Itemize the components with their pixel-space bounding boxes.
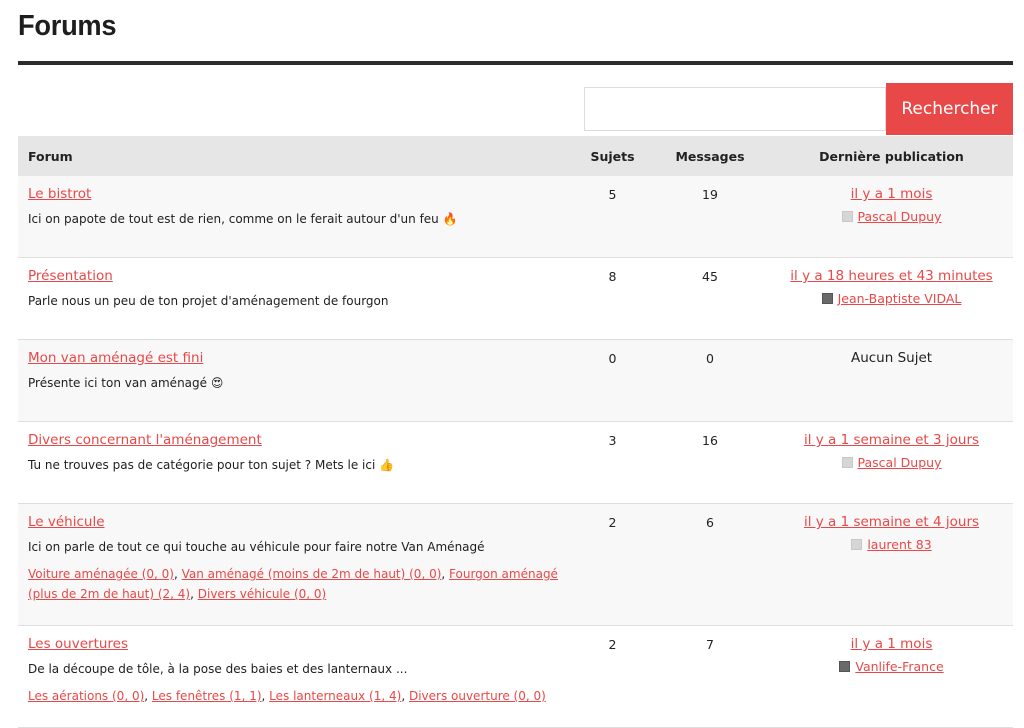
author-link[interactable]: laurent 83 bbox=[867, 537, 931, 552]
no-topic-text: Aucun Sujet bbox=[850, 350, 933, 366]
posts-count: 16 bbox=[650, 421, 770, 504]
last-post-cell: Aucun Sujet bbox=[770, 339, 1013, 422]
avatar-icon bbox=[841, 211, 853, 222]
author-link[interactable]: Vanlife-France bbox=[855, 659, 943, 674]
subforum-link[interactable]: Les fenêtres (1, 1) bbox=[152, 689, 262, 703]
topics-count: 0 bbox=[575, 339, 650, 422]
column-header-forum: Forum bbox=[18, 136, 575, 176]
last-post-cell: il y a 1 mois Vanlife-France bbox=[770, 625, 1013, 728]
forum-cell: Présentation Parle nous un peu de ton pr… bbox=[18, 257, 575, 340]
posts-count: 7 bbox=[650, 625, 770, 728]
topics-count: 3 bbox=[575, 421, 650, 504]
last-post-time-link[interactable]: il y a 1 mois bbox=[851, 636, 933, 652]
last-post-author: laurent 83 bbox=[771, 537, 1012, 552]
topics-count: 2 bbox=[575, 625, 650, 728]
forum-description: Ici on papote de tout est de rien, comme… bbox=[28, 212, 458, 226]
forum-description: De la découpe de tôle, à la pose des bai… bbox=[28, 662, 408, 676]
column-header-last-post: Dernière publication bbox=[770, 136, 1013, 176]
posts-count: 0 bbox=[650, 339, 770, 422]
avatar-icon bbox=[839, 661, 851, 672]
topics-count: 8 bbox=[575, 257, 650, 340]
forum-row-ouvertures: Les ouvertures De la découpe de tôle, à … bbox=[18, 625, 1013, 728]
last-post-time-link[interactable]: il y a 1 mois bbox=[851, 186, 933, 202]
subforum-link[interactable]: Van aménagé (moins de 2m de haut) (0, 0) bbox=[182, 567, 442, 581]
forum-row-bistrot: Le bistrot Ici on papote de tout est de … bbox=[18, 176, 1013, 258]
posts-count: 19 bbox=[650, 176, 770, 258]
last-post-cell: il y a 1 semaine et 4 jours laurent 83 bbox=[770, 503, 1013, 626]
forum-cell: Les ouvertures De la découpe de tôle, à … bbox=[18, 625, 575, 728]
forum-link-presentation[interactable]: Présentation bbox=[28, 268, 113, 284]
last-post-author: Jean-Baptiste VIDAL bbox=[771, 291, 1012, 306]
forum-link-divers[interactable]: Divers concernant l'aménagement bbox=[28, 432, 262, 448]
subforum-list: Voiture aménagée (0, 0), Van aménagé (mo… bbox=[28, 567, 558, 601]
avatar-icon bbox=[841, 457, 853, 468]
posts-count: 6 bbox=[650, 503, 770, 626]
forum-link-ouvertures[interactable]: Les ouvertures bbox=[28, 636, 128, 652]
forum-row-divers: Divers concernant l'aménagement Tu ne tr… bbox=[18, 421, 1013, 504]
forum-link-bistrot[interactable]: Le bistrot bbox=[28, 186, 91, 202]
last-post-cell: il y a 1 mois Pascal Dupuy bbox=[770, 176, 1013, 258]
last-post-author: Vanlife-France bbox=[771, 659, 1012, 674]
subforum-link[interactable]: Les aérations (0, 0) bbox=[28, 689, 144, 703]
thumbs-up-emoji-icon: 👍 bbox=[379, 458, 395, 472]
forum-cell: Le véhicule Ici on parle de tout ce qui … bbox=[18, 503, 575, 626]
subforum-link[interactable]: Voiture aménagée (0, 0) bbox=[28, 567, 174, 581]
avatar-icon bbox=[851, 539, 863, 550]
last-post-time-link[interactable]: il y a 1 semaine et 3 jours bbox=[804, 432, 979, 448]
forum-cell: Le bistrot Ici on papote de tout est de … bbox=[18, 176, 575, 258]
avatar-icon bbox=[821, 293, 833, 304]
author-link[interactable]: Pascal Dupuy bbox=[858, 455, 942, 470]
column-header-topics: Sujets bbox=[575, 136, 650, 176]
author-link[interactable]: Jean-Baptiste VIDAL bbox=[838, 291, 962, 306]
forum-row-presentation: Présentation Parle nous un peu de ton pr… bbox=[18, 257, 1013, 340]
subforum-link[interactable]: Les lanterneaux (1, 4) bbox=[269, 689, 401, 703]
title-divider bbox=[18, 61, 1013, 65]
forum-row-vehicule: Le véhicule Ici on parle de tout ce qui … bbox=[18, 503, 1013, 626]
last-post-author: Pascal Dupuy bbox=[771, 209, 1012, 224]
subforum-list: Les aérations (0, 0), Les fenêtres (1, 1… bbox=[28, 689, 546, 703]
forum-description: Parle nous un peu de ton projet d'aménag… bbox=[28, 294, 389, 308]
forum-link-van-fini[interactable]: Mon van aménagé est fini bbox=[28, 350, 203, 366]
forum-link-vehicule[interactable]: Le véhicule bbox=[28, 514, 105, 530]
last-post-time-link[interactable]: il y a 18 heures et 43 minutes bbox=[790, 268, 992, 284]
forum-cell: Mon van aménagé est fini Présente ici to… bbox=[18, 339, 575, 422]
forum-description: Présente ici ton van aménagé 😍 bbox=[28, 376, 224, 390]
forum-description: Tu ne trouves pas de catégorie pour ton … bbox=[28, 458, 395, 472]
forum-description: Ici on parle de tout ce qui touche au vé… bbox=[28, 540, 485, 554]
table-header-row: Forum Sujets Messages Dernière publicati… bbox=[18, 136, 1013, 176]
search-button[interactable]: Rechercher bbox=[886, 83, 1013, 135]
last-post-cell: il y a 18 heures et 43 minutes Jean-Bapt… bbox=[770, 257, 1013, 340]
last-post-author: Pascal Dupuy bbox=[771, 455, 1012, 470]
heart-eyes-emoji-icon: 😍 bbox=[210, 376, 224, 390]
page-title: Forums bbox=[18, 10, 117, 42]
fire-emoji-icon: 🔥 bbox=[442, 212, 458, 226]
last-post-cell: il y a 1 semaine et 3 jours Pascal Dupuy bbox=[770, 421, 1013, 504]
topics-count: 5 bbox=[575, 176, 650, 258]
last-post-time-link[interactable]: il y a 1 semaine et 4 jours bbox=[804, 514, 979, 530]
subforum-link[interactable]: Divers ouverture (0, 0) bbox=[409, 689, 546, 703]
forum-table: Forum Sujets Messages Dernière publicati… bbox=[18, 136, 1013, 728]
topics-count: 2 bbox=[575, 503, 650, 626]
forums-page: Forums Rechercher Forum Sujets Messages … bbox=[0, 0, 1024, 728]
forum-row-van-fini: Mon van aménagé est fini Présente ici to… bbox=[18, 339, 1013, 422]
posts-count: 45 bbox=[650, 257, 770, 340]
forum-cell: Divers concernant l'aménagement Tu ne tr… bbox=[18, 421, 575, 504]
search-input[interactable] bbox=[584, 87, 886, 131]
author-link[interactable]: Pascal Dupuy bbox=[858, 209, 942, 224]
subforum-link[interactable]: Divers véhicule (0, 0) bbox=[198, 587, 326, 601]
column-header-posts: Messages bbox=[650, 136, 770, 176]
